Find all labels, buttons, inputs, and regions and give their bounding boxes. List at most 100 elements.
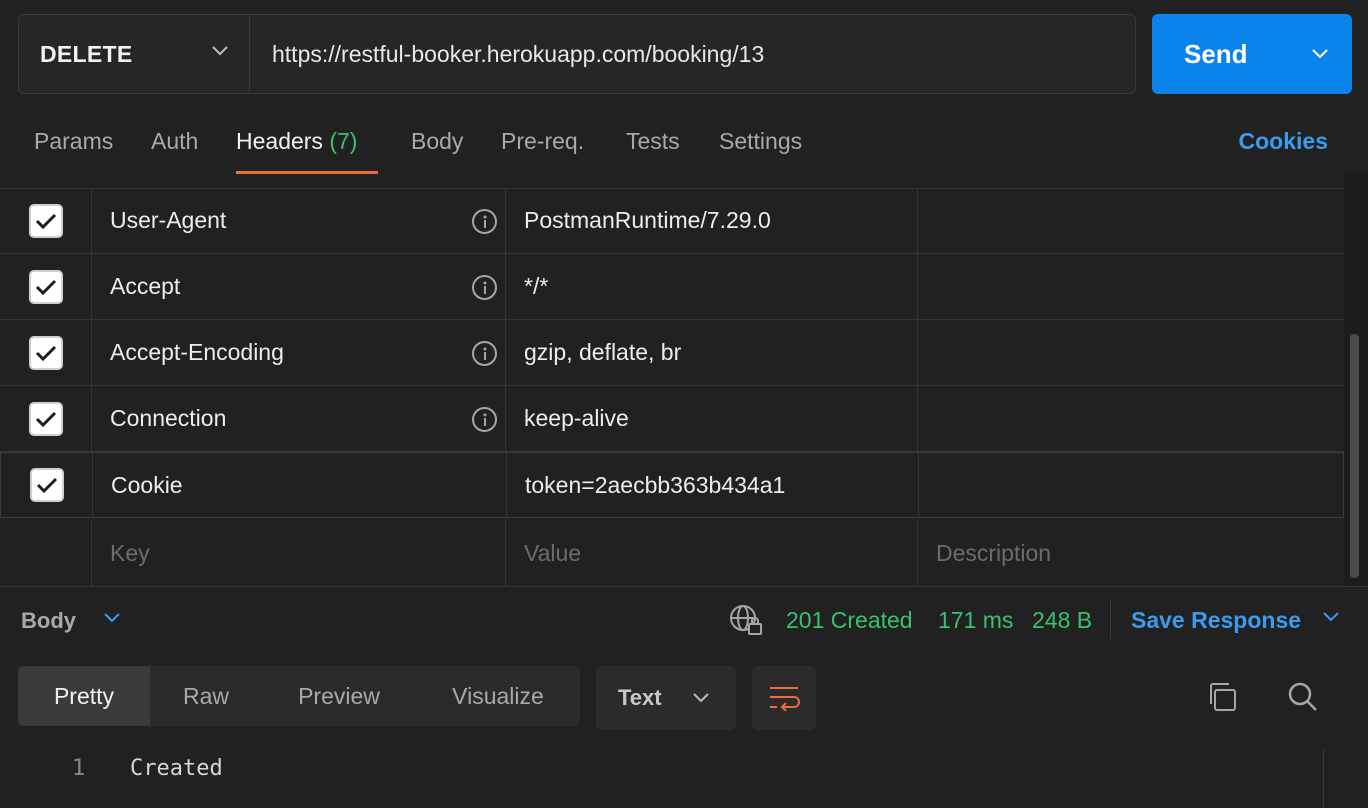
header-description-cell[interactable] — [918, 188, 1344, 253]
checkmark-icon — [36, 477, 57, 494]
tab-raw[interactable]: Raw — [150, 666, 262, 726]
header-key: User-Agent — [110, 207, 227, 233]
table-row: Cookie token=2aecbb363b434a1 — [0, 452, 1344, 518]
tab-headers[interactable]: Headers (7) — [236, 128, 357, 155]
new-key-input[interactable]: Key — [92, 520, 506, 586]
header-description-cell[interactable] — [918, 320, 1344, 385]
header-key: Accept-Encoding — [110, 339, 284, 365]
tab-headers-label: Headers — [236, 128, 323, 154]
tab-tests[interactable]: Tests — [626, 128, 680, 155]
editor-scroll-edge — [1323, 750, 1324, 808]
request-bar: DELETE https://restful-booker.herokuapp.… — [18, 14, 1136, 94]
response-size[interactable]: 248 B — [1032, 607, 1092, 634]
network-globe-icon[interactable] — [728, 603, 764, 637]
info-icon[interactable] — [472, 407, 497, 432]
new-description-input[interactable]: Description — [918, 520, 1344, 586]
checkmark-icon — [35, 279, 56, 295]
chevron-down-icon — [693, 693, 709, 703]
url-input[interactable]: https://restful-booker.herokuapp.com/boo… — [250, 15, 1135, 93]
chevron-down-icon — [1312, 49, 1328, 59]
header-value-cell[interactable]: gzip, deflate, br — [506, 320, 918, 385]
header-value-cell[interactable]: */* — [506, 254, 918, 319]
format-label: Text — [618, 685, 662, 710]
header-value: PostmanRuntime/7.29.0 — [524, 207, 771, 233]
checkmark-icon — [35, 213, 56, 229]
wrap-lines-button[interactable] — [752, 666, 816, 730]
checkmark-icon — [35, 411, 56, 427]
chevron-down-icon — [212, 46, 228, 56]
line-number: 1 — [72, 756, 86, 781]
response-body-dropdown[interactable]: Body — [21, 608, 76, 634]
header-key-cell[interactable]: Accept — [92, 254, 506, 319]
header-key-cell[interactable]: Connection — [92, 386, 506, 451]
row-checkbox-cell — [0, 320, 92, 385]
description-placeholder: Description — [936, 539, 1052, 566]
header-value-cell[interactable]: keep-alive — [506, 386, 918, 451]
tab-pre-request[interactable]: Pre-req. — [501, 128, 584, 155]
info-icon[interactable] — [472, 341, 497, 366]
tab-preview[interactable]: Preview — [262, 666, 416, 726]
new-value-input[interactable]: Value — [506, 520, 918, 586]
row-checkbox-cell — [0, 386, 92, 451]
tab-body[interactable]: Body — [411, 128, 463, 155]
tab-params[interactable]: Params — [34, 128, 113, 155]
table-scrollbar[interactable] — [1350, 334, 1359, 578]
request-tabs: Params Auth Headers (7) Body Pre-req. Te… — [0, 108, 1368, 174]
header-description-cell[interactable] — [918, 254, 1344, 319]
chevron-down-icon[interactable] — [1322, 611, 1340, 623]
header-key: Accept — [110, 273, 181, 299]
checkmark-icon — [35, 345, 56, 361]
tab-pretty[interactable]: Pretty — [18, 666, 150, 726]
header-value-cell[interactable]: token=2aecbb363b434a1 — [507, 453, 919, 517]
format-select[interactable]: Text — [596, 666, 736, 730]
status-code[interactable]: 201 Created — [786, 607, 913, 634]
header-key-cell[interactable]: Accept-Encoding — [92, 320, 506, 385]
info-icon[interactable] — [472, 209, 497, 234]
response-time[interactable]: 171 ms — [938, 607, 1013, 634]
row-checkbox[interactable] — [28, 203, 63, 238]
header-key-cell[interactable]: User-Agent — [92, 188, 506, 253]
row-checkbox[interactable] — [28, 335, 63, 370]
method-select[interactable]: DELETE — [19, 15, 250, 93]
row-checkbox[interactable] — [28, 269, 63, 304]
value-placeholder: Value — [524, 539, 582, 566]
response-body-editor[interactable]: 1 Created — [0, 746, 1324, 808]
send-button[interactable]: Send — [1152, 14, 1352, 94]
tab-settings[interactable]: Settings — [719, 128, 802, 155]
header-key: Cookie — [111, 471, 183, 498]
copy-icon[interactable] — [1205, 680, 1239, 714]
header-value: token=2aecbb363b434a1 — [525, 471, 786, 498]
table-row: Accept-Encoding gzip, deflate, br — [0, 320, 1344, 386]
header-value: */* — [524, 273, 549, 299]
header-value-cell[interactable]: PostmanRuntime/7.29.0 — [506, 188, 918, 253]
method-label: DELETE — [40, 40, 133, 67]
chevron-down-icon[interactable] — [103, 612, 121, 624]
row-checkbox-cell — [0, 520, 92, 586]
search-icon[interactable] — [1287, 681, 1319, 713]
row-checkbox[interactable] — [28, 401, 63, 436]
tab-auth[interactable]: Auth — [151, 128, 198, 155]
header-description-cell[interactable] — [919, 453, 1345, 517]
header-description-cell[interactable] — [918, 386, 1344, 451]
table-row: Accept */* — [0, 254, 1344, 320]
headers-count-badge: (7) — [329, 128, 358, 154]
save-response-button[interactable]: Save Response — [1131, 607, 1301, 634]
row-checkbox-cell — [1, 453, 93, 517]
response-bar: Body 201 Created 171 ms 248 B Save Respo… — [0, 586, 1368, 650]
header-key: Connection — [110, 405, 227, 431]
info-icon[interactable] — [472, 275, 497, 300]
row-checkbox[interactable] — [29, 468, 64, 502]
table-row: User-Agent PostmanRuntime/7.29.0 — [0, 188, 1344, 254]
new-header-row: Key Value Description — [0, 520, 1344, 586]
url-text: https://restful-booker.herokuapp.com/boo… — [272, 40, 765, 67]
header-value: keep-alive — [524, 405, 629, 431]
key-placeholder: Key — [110, 539, 150, 566]
row-checkbox-cell — [0, 188, 92, 253]
tab-visualize[interactable]: Visualize — [416, 666, 580, 726]
row-checkbox-cell — [0, 254, 92, 319]
wrap-lines-icon — [770, 687, 800, 711]
header-key-cell[interactable]: Cookie — [93, 453, 507, 517]
cookies-link[interactable]: Cookies — [1239, 128, 1328, 155]
send-options-button[interactable] — [1288, 14, 1352, 94]
headers-table: User-Agent PostmanRuntime/7.29.0 Accept … — [0, 174, 1344, 586]
